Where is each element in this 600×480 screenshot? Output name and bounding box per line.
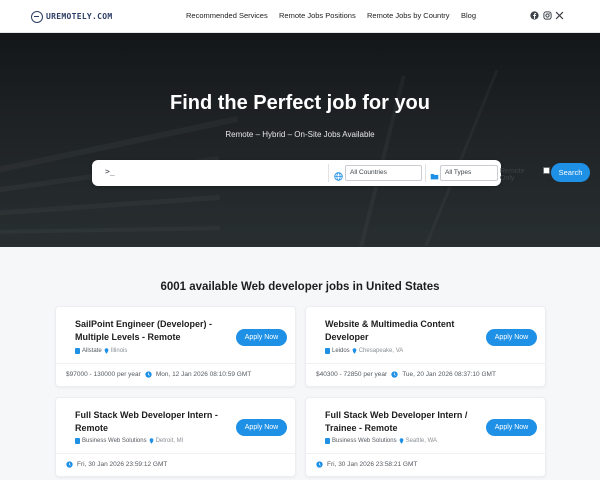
job-footer: Fri, 30 Jan 2026 23:59:12 GMT — [66, 461, 167, 468]
remote-only-label: Remote Only — [500, 168, 525, 182]
job-title[interactable]: Full Stack Web Developer Intern / Traine… — [325, 409, 485, 435]
job-date: Tue, 20 Jan 2026 08:37:10 GMT — [402, 371, 496, 378]
hero-subtitle: Remote – Hybrid – On-Site Jobs Available — [225, 130, 375, 139]
building-icon — [75, 438, 80, 444]
job-company-location: Business Web Solutions Seattle, WA — [325, 438, 437, 444]
job-location: Seattle, WA — [405, 438, 438, 444]
facebook-icon[interactable] — [529, 10, 539, 20]
hero-title: Find the Perfect job for you — [169, 92, 430, 114]
site-logo[interactable]: UREMOTELY.COM — [31, 10, 113, 23]
job-type-select[interactable]: All Types — [440, 165, 498, 181]
search-divider — [425, 164, 426, 182]
card-divider — [56, 363, 295, 364]
search-button[interactable]: Search — [551, 163, 590, 182]
keyword-input[interactable] — [118, 165, 323, 181]
top-navbar: UREMOTELY.COM Recommended Services Remot… — [0, 0, 600, 33]
hero-banner: Find the Perfect job for you Remote – Hy… — [0, 33, 600, 247]
nav-link-blog[interactable]: Blog — [461, 11, 476, 20]
nav-link-remote-jobs-positions[interactable]: Remote Jobs Positions — [279, 11, 356, 20]
job-date: Fri, 30 Jan 2026 23:58:21 GMT — [327, 461, 418, 468]
job-card[interactable]: SailPoint Engineer (Developer) - Multipl… — [55, 306, 296, 387]
job-footer: Fri, 30 Jan 2026 23:58:21 GMT — [316, 461, 417, 468]
job-company-location: Business Web Solutions Detroit, MI — [75, 438, 183, 444]
search-divider — [328, 164, 329, 182]
company-name: Allstate — [82, 348, 102, 354]
clock-icon — [391, 371, 398, 378]
hero-overlay — [0, 33, 600, 247]
job-location: Chesapeake, VA — [358, 348, 404, 354]
job-card[interactable]: Full Stack Web Developer Intern / Traine… — [305, 397, 546, 477]
job-date: Mon, 12 Jan 2026 08:10:59 GMT — [155, 371, 252, 378]
job-footer: $97000 - 130000 per year Mon, 12 Jan 202… — [66, 371, 251, 378]
location-pin-icon — [149, 438, 153, 444]
job-date: Fri, 30 Jan 2026 23:59:12 GMT — [77, 461, 168, 468]
job-card[interactable]: Full Stack Web Developer Intern - Remote… — [55, 397, 296, 477]
instagram-icon[interactable] — [542, 10, 552, 20]
clock-icon — [145, 371, 152, 378]
country-select[interactable]: All Countries — [345, 165, 422, 181]
job-title[interactable]: Website & Multimedia Content Developer — [325, 318, 485, 344]
building-icon — [75, 348, 80, 354]
card-divider — [56, 453, 295, 454]
nav-link-recommended-services[interactable]: Recommended Services — [186, 11, 268, 20]
apply-now-button[interactable]: Apply Now — [236, 329, 287, 346]
company-name: Business Web Solutions — [332, 438, 397, 444]
job-title[interactable]: Full Stack Web Developer Intern - Remote — [75, 409, 235, 435]
job-salary: $97000 - 130000 per year — [66, 371, 141, 378]
apply-now-button[interactable]: Apply Now — [236, 419, 287, 436]
company-name: Business Web Solutions — [82, 438, 147, 444]
terminal-prompt-icon: >_ — [105, 167, 115, 176]
nav-link-remote-jobs-by-country[interactable]: Remote Jobs by Country — [367, 11, 450, 20]
apply-now-button[interactable]: Apply Now — [486, 329, 537, 346]
location-pin-icon — [399, 438, 403, 444]
remote-only-checkbox[interactable] — [543, 167, 550, 174]
logo-globe-icon — [31, 10, 43, 23]
job-company-location: Allstate Illinois — [75, 348, 127, 354]
job-footer: $40300 - 72850 per year Tue, 20 Jan 2026… — [316, 371, 496, 378]
clock-icon — [316, 461, 323, 468]
location-pin-icon — [352, 348, 357, 354]
job-card[interactable]: Website & Multimedia Content Developer A… — [305, 306, 546, 387]
clock-icon — [66, 461, 73, 468]
folder-icon — [430, 168, 439, 180]
building-icon — [325, 438, 330, 444]
apply-now-button[interactable]: Apply Now — [486, 419, 537, 436]
x-icon[interactable] — [554, 10, 564, 20]
logo-text: UREMOTELY.COM — [46, 12, 113, 21]
results-heading: 6001 available Web developer jobs in Uni… — [160, 281, 440, 293]
globe-icon — [334, 168, 343, 181]
job-company-location: Leidos Chesapeake, VA — [325, 348, 403, 354]
card-divider — [306, 363, 545, 364]
job-search-bar: >_ All Countries All Types Remote Only S… — [92, 160, 590, 186]
job-salary: $40300 - 72850 per year — [316, 371, 388, 378]
company-name: Leidos — [332, 348, 350, 354]
job-title[interactable]: SailPoint Engineer (Developer) - Multipl… — [75, 318, 235, 344]
job-location: Detroit, MI — [155, 438, 184, 444]
job-location: Illinois — [110, 348, 128, 354]
building-icon — [325, 348, 330, 354]
card-divider — [306, 453, 545, 454]
location-pin-icon — [104, 348, 109, 354]
